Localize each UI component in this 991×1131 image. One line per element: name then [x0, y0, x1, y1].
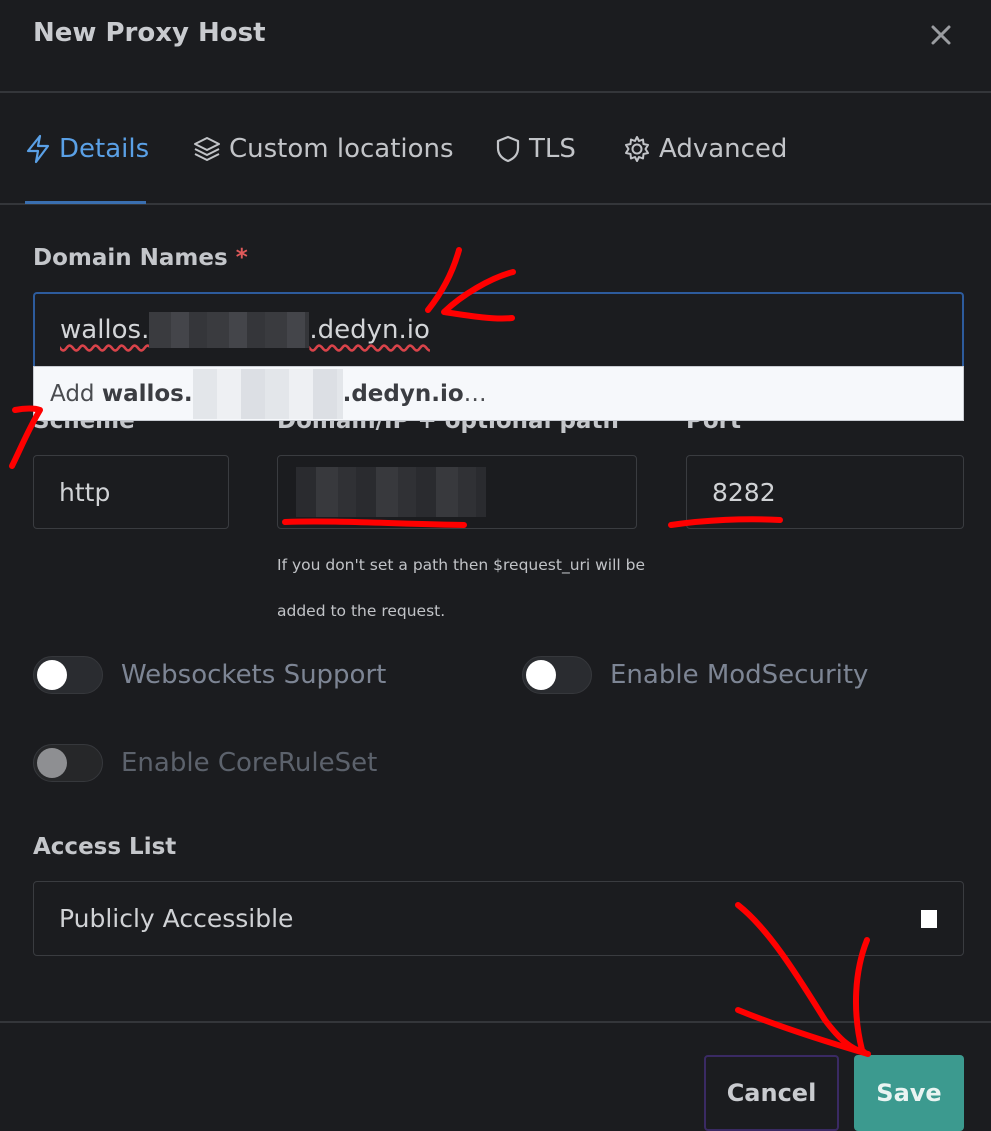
shield-icon: [496, 135, 520, 163]
websockets-toggle[interactable]: Websockets Support: [33, 656, 386, 694]
domain-value-suffix: .dedyn.io: [309, 315, 430, 345]
save-button[interactable]: Save: [854, 1055, 964, 1131]
forward-host-input[interactable]: [277, 455, 637, 529]
redacted-suggestion-part: [192, 368, 343, 419]
close-button[interactable]: [922, 16, 960, 54]
suggestion-add: Add: [50, 380, 95, 407]
close-icon: [931, 25, 951, 45]
tab-label: TLS: [529, 134, 576, 164]
add-domain-suggestion[interactable]: Add wallos. .dedyn.io…: [33, 366, 964, 421]
websockets-label: Websockets Support: [121, 660, 387, 690]
scheme-input[interactable]: http: [33, 455, 229, 529]
websockets-switch[interactable]: [33, 656, 103, 694]
bolt-icon: [26, 134, 50, 164]
coreruleset-toggle[interactable]: Enable CoreRuleSet: [33, 744, 377, 782]
tab-details[interactable]: Details: [25, 131, 149, 167]
layers-icon: [194, 137, 220, 161]
redacted-host-value: [296, 467, 486, 517]
modal-title: New Proxy Host: [33, 18, 266, 48]
coreruleset-label: Enable CoreRuleSet: [121, 748, 378, 778]
modal-header: New Proxy Host: [0, 0, 991, 93]
modsecurity-label: Enable ModSecurity: [610, 660, 869, 690]
tab-bar: Details Custom locations TLS Advanced: [0, 93, 991, 205]
tab-tls[interactable]: TLS: [495, 131, 576, 167]
scheme-value: http: [59, 477, 111, 507]
cancel-button[interactable]: Cancel: [704, 1055, 839, 1131]
modsecurity-switch[interactable]: [522, 656, 592, 694]
tab-custom-locations[interactable]: Custom locations: [193, 131, 454, 167]
tab-label: Details: [59, 134, 150, 164]
footer-divider: [0, 1021, 991, 1023]
port-input[interactable]: 8282: [686, 455, 964, 529]
redacted-domain-part: [149, 312, 310, 348]
domain-names-label: Domain Names *: [33, 245, 248, 271]
annotation-arrow-save-3: [735, 1007, 871, 1057]
tab-advanced[interactable]: Advanced: [623, 131, 787, 167]
path-help-text: If you don't set a path then $request_ur…: [277, 556, 646, 620]
port-value: 8282: [712, 477, 776, 507]
suggestion-suffix: .dedyn.io: [342, 380, 464, 407]
tab-label: Advanced: [659, 134, 788, 164]
dropdown-caret-icon: [921, 910, 937, 928]
domain-value-prefix: wallos.: [60, 315, 150, 345]
access-list-value: Publicly Accessible: [59, 904, 294, 933]
access-list-select[interactable]: Publicly Accessible: [33, 881, 964, 956]
new-proxy-host-modal: New Proxy Host Details Custom locations: [0, 0, 991, 1131]
active-tab-indicator: [25, 201, 146, 204]
domain-names-input[interactable]: wallos. .dedyn.io: [33, 292, 964, 366]
required-mark: *: [235, 245, 248, 271]
coreruleset-switch[interactable]: [33, 744, 103, 782]
annotation-arrow-save-2: [853, 937, 870, 1053]
suggestion-ellipsis: …: [463, 380, 487, 407]
suggestion-prefix: wallos.: [101, 380, 193, 407]
gear-icon: [625, 136, 649, 162]
modsecurity-toggle[interactable]: Enable ModSecurity: [522, 656, 868, 694]
access-list-label: Access List: [33, 834, 177, 860]
tab-label: Custom locations: [229, 134, 454, 164]
